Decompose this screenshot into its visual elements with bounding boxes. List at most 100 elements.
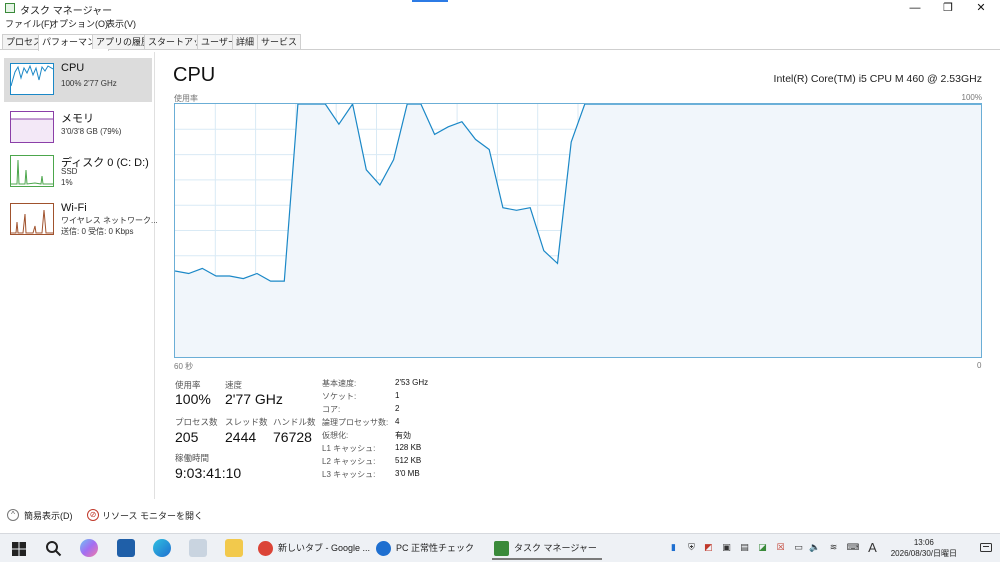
clock-time: 13:06: [913, 538, 934, 547]
tab-services[interactable]: サービス: [257, 34, 302, 49]
sidebar-wifi-sub2: 送信: 0 受信: 0 Kbps: [61, 227, 134, 236]
accent-strip: [412, 0, 448, 2]
sidebar-cpu-title: CPU: [61, 62, 85, 74]
menu-file[interactable]: ファイル(F): [5, 17, 53, 30]
menu-view[interactable]: 表示(V): [106, 17, 136, 30]
logical-processors-value: 4: [395, 417, 400, 426]
keyboard-icon[interactable]: ⌨: [846, 542, 860, 553]
max-axis-label: 100%: [961, 93, 982, 102]
logical-processors-label: 論理プロセッサ数:: [322, 418, 389, 427]
flag-icon[interactable]: ▮: [668, 542, 679, 553]
speed-value: 2'77 GHz: [225, 391, 283, 407]
sidebar-wifi-sub1: ワイヤレス ネットワーク...: [61, 216, 158, 225]
folder-icon[interactable]: [225, 539, 243, 557]
windows-start-icon[interactable]: [12, 542, 26, 556]
wifi-icon[interactable]: ≋: [828, 542, 839, 553]
search-icon[interactable]: [45, 540, 62, 557]
taskbar-app-chrome[interactable]: 新しいタブ - Google ...: [256, 537, 370, 560]
heart-icon: [376, 541, 391, 556]
menu-options[interactable]: オプション(O): [50, 17, 108, 30]
sidebar-item-memory[interactable]: メモリ 3'0/3'8 GB (79%): [4, 106, 152, 150]
taskbar-app-pc-health[interactable]: PC 正常性チェック: [374, 537, 482, 560]
cpu-thumbnail-graph: [10, 63, 54, 95]
disk-thumbnail-graph: [10, 155, 54, 187]
l3-cache-value: 3'0 MB: [395, 469, 420, 478]
page-title: CPU: [173, 64, 216, 86]
l2-cache-label: L2 キャッシュ:: [322, 457, 376, 466]
chrome-icon: [258, 541, 273, 556]
sockets-label: ソケット:: [322, 392, 357, 401]
taskbar: 新しいタブ - Google ... PC 正常性チェック タスク マネージャー…: [0, 533, 1000, 562]
store-icon[interactable]: [117, 539, 135, 557]
task-manager-icon: [5, 3, 15, 13]
cpu-model-name: Intel(R) Core(TM) i5 CPU M 460 @ 2.53GHz: [773, 73, 982, 85]
volume-icon[interactable]: 🔈: [809, 542, 820, 553]
handles-value: 76728: [273, 429, 312, 445]
shield-icon[interactable]: ⛨: [686, 542, 697, 553]
sidebar-memory-title: メモリ: [61, 113, 94, 125]
sidebar-item-disk[interactable]: ディスク 0 (C: D:) SSD 1%: [4, 150, 152, 194]
app-icon[interactable]: [189, 539, 207, 557]
threads-label: スレッド数: [225, 417, 268, 427]
l2-cache-value: 512 KB: [395, 456, 422, 465]
sidebar-wifi-title: Wi-Fi: [61, 202, 87, 214]
cpu-usage-graph: [174, 103, 982, 358]
cpu-usage-chart: [175, 104, 981, 357]
sync-icon[interactable]: ◪: [757, 542, 768, 553]
usage-value: 100%: [175, 391, 211, 407]
security-icon[interactable]: ▣: [721, 542, 732, 553]
zero-axis-label: 0: [977, 361, 982, 370]
sidebar-item-cpu[interactable]: CPU 100% 2'77 GHz: [4, 58, 152, 102]
memory-thumbnail-graph: [10, 111, 54, 143]
task-manager-icon: [494, 541, 509, 556]
threads-value: 2444: [225, 429, 257, 445]
resource-sidebar: CPU 100% 2'77 GHz メモリ 3'0/3'8 GB (79%) デ…: [0, 52, 158, 499]
simple-view-link[interactable]: 簡易表示(D): [24, 509, 73, 522]
l1-cache-label: L1 キャッシュ:: [322, 444, 376, 453]
sidebar-cpu-sub: 100% 2'77 GHz: [61, 79, 117, 88]
clock-date: 2026/08/30/日曜日: [890, 549, 957, 558]
error-icon[interactable]: ☒: [775, 542, 786, 553]
taskbar-app-label: タスク マネージャー: [514, 543, 597, 553]
taskbar-app-label: PC 正常性チェック: [396, 543, 475, 553]
wifi-thumbnail-graph: [10, 203, 54, 235]
title-bar: タスク マネージャー — ❐ ✕: [0, 0, 1000, 17]
handles-label: ハンドル数: [273, 417, 316, 427]
chevron-up-icon[interactable]: ^: [7, 509, 19, 521]
base-speed-value: 2'53 GHz: [395, 378, 429, 387]
network-shield-icon[interactable]: ▤: [739, 542, 750, 553]
usage-label: 使用率: [175, 380, 201, 390]
resource-monitor-icon: ⊘: [87, 509, 99, 521]
sidebar-item-wifi[interactable]: Wi-Fi ワイヤレス ネットワーク... 送信: 0 受信: 0 Kbps: [4, 198, 158, 242]
l3-cache-label: L3 キャッシュ:: [322, 470, 376, 479]
taskbar-app-task-manager[interactable]: タスク マネージャー: [492, 537, 602, 560]
sidebar-memory-sub: 3'0/3'8 GB (79%): [61, 127, 122, 136]
minimize-button[interactable]: —: [900, 0, 930, 16]
input-language-indicator[interactable]: A: [867, 541, 878, 554]
notification-icon[interactable]: [980, 543, 992, 554]
uptime-value: 9:03:41:10: [175, 465, 242, 481]
cores-value: 2: [395, 404, 400, 413]
sidebar-disk-sub2: 1%: [61, 178, 73, 187]
sockets-value: 1: [395, 391, 400, 400]
resource-monitor-link[interactable]: リソース モニターを開く: [102, 509, 203, 522]
processes-label: プロセス数: [175, 417, 218, 427]
virtualization-value: 有効: [395, 431, 411, 440]
system-clock[interactable]: 13:06 2026/08/30/日曜日: [891, 537, 957, 559]
taskbar-app-label: 新しいタブ - Google ...: [278, 543, 371, 553]
copilot-icon[interactable]: [80, 539, 98, 557]
menu-bar: ファイル(F) オプション(O) 表示(V): [0, 16, 1000, 31]
cores-label: コア:: [322, 405, 341, 414]
battery-icon[interactable]: ▭: [793, 542, 804, 553]
edge-icon[interactable]: [153, 539, 171, 557]
tab-bar: プロセス パフォーマンス アプリの履歴 スタートアップ ユーザー 詳細 サービス: [0, 33, 1000, 51]
maximize-button[interactable]: ❐: [933, 0, 963, 16]
close-button[interactable]: ✕: [966, 0, 996, 16]
time-axis-label: 60 秒: [174, 362, 194, 371]
window-title: タスク マネージャー: [20, 6, 113, 17]
tab-details[interactable]: 詳細: [232, 34, 259, 49]
l1-cache-value: 128 KB: [395, 443, 422, 452]
mcafee-icon[interactable]: ◩: [703, 542, 714, 553]
uptime-label: 稼働時間: [175, 453, 210, 463]
speed-label: 速度: [225, 380, 243, 390]
